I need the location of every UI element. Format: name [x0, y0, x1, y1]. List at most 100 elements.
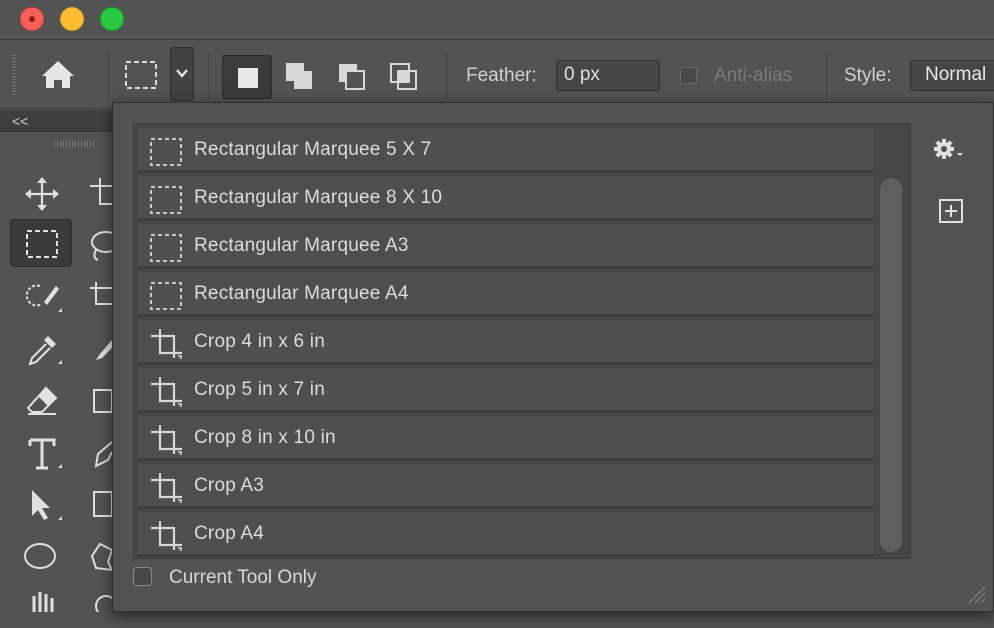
rectangular-marquee-icon	[26, 230, 58, 258]
chevron-down-icon	[176, 69, 188, 78]
preset-list-item-label: Rectangular Marquee 5 X 7	[194, 139, 432, 160]
intersect-selection-icon	[390, 63, 417, 90]
rectangular-marquee-icon	[148, 182, 184, 216]
tools-panel-grip[interactable]	[54, 141, 94, 147]
pen-tool[interactable]	[92, 434, 112, 474]
current-tool-only-label: Current Tool Only	[169, 567, 317, 588]
new-selection-button[interactable]	[222, 55, 272, 99]
pen-icon	[94, 441, 112, 468]
collapse-panel-button[interactable]: <<	[0, 110, 114, 132]
hand-icon	[32, 592, 54, 612]
preset-list-item[interactable]: Crop 4 in x 6 in	[138, 320, 874, 365]
preset-settings-button[interactable]	[931, 135, 967, 163]
resize-handle[interactable]	[965, 583, 987, 605]
crop-tool[interactable]	[88, 278, 112, 318]
preset-list-item[interactable]: Rectangular Marquee A4	[138, 272, 874, 317]
path-selection-icon	[32, 490, 62, 520]
crop-icon	[148, 422, 184, 456]
rectangular-marquee-tool[interactable]	[10, 219, 72, 267]
rectangular-marquee-icon	[148, 230, 184, 264]
preset-list-item-label: Crop A3	[194, 475, 265, 496]
preset-list: Rectangular Marquee 5 X 7 Rectangular Mar…	[133, 123, 911, 559]
crop-icon	[151, 377, 182, 407]
rectangular-marquee-icon	[150, 138, 182, 166]
options-separator	[446, 53, 447, 99]
preset-list-item-label: Rectangular Marquee A4	[194, 283, 409, 304]
preset-list-item[interactable]: Crop 5 in x 7 in	[138, 368, 874, 413]
gradient-tool[interactable]	[92, 382, 112, 422]
options-bar: Feather: 0 px Anti-alias Style: Normal	[0, 41, 994, 109]
gradient-icon	[93, 389, 112, 413]
zoom-tool[interactable]	[90, 588, 112, 628]
tool-preset-dropdown[interactable]	[170, 47, 194, 101]
artboard-icon	[90, 178, 112, 205]
home-button[interactable]	[36, 57, 80, 93]
crop-icon	[148, 374, 184, 408]
window-zoom-button[interactable]	[100, 7, 124, 31]
crop-icon	[151, 425, 182, 455]
gear-icon	[934, 139, 963, 159]
path-selection-tool[interactable]	[22, 486, 62, 526]
zoom-icon	[95, 595, 112, 612]
intersect-selection-button[interactable]	[378, 55, 428, 99]
preset-list-item[interactable]: Crop 8 in x 10 in	[138, 416, 874, 461]
eyedropper-icon	[28, 336, 62, 366]
ellipse-tool[interactable]	[22, 538, 62, 578]
hand-tool[interactable]	[22, 588, 62, 628]
custom-shape-tool[interactable]	[90, 538, 112, 578]
options-bar-grip[interactable]	[12, 55, 16, 97]
window-close-button[interactable]	[20, 7, 44, 31]
move-tool[interactable]	[22, 174, 62, 214]
tool-preset-button[interactable]	[124, 59, 158, 91]
eraser-tool[interactable]	[22, 382, 62, 422]
options-separator	[208, 53, 209, 99]
lasso-tool[interactable]	[88, 226, 112, 266]
style-select[interactable]: Normal	[910, 60, 994, 91]
feather-input[interactable]: 0 px	[556, 60, 660, 91]
brush-tool[interactable]	[90, 330, 112, 370]
current-tool-only-checkbox[interactable]	[133, 567, 152, 586]
artboard-tool[interactable]	[86, 174, 112, 214]
preset-list-item[interactable]: Crop A3	[138, 464, 874, 509]
rectangle-tool[interactable]	[92, 486, 112, 526]
crop-icon	[90, 282, 112, 305]
rectangular-marquee-icon	[125, 61, 157, 89]
add-to-selection-button[interactable]	[274, 55, 324, 99]
resize-grip-icon	[968, 586, 986, 604]
anti-alias-checkbox	[680, 67, 697, 84]
window-minimize-button[interactable]	[60, 7, 84, 31]
subtract-from-selection-button[interactable]	[326, 55, 376, 99]
style-label: Style:	[844, 65, 892, 86]
crop-icon	[148, 518, 184, 552]
options-separator	[108, 53, 109, 99]
title-bar	[0, 0, 994, 40]
preset-list-item[interactable]: Rectangular Marquee 5 X 7	[138, 128, 874, 173]
object-selection-icon	[25, 284, 62, 312]
custom-shape-icon	[90, 542, 112, 572]
crop-icon	[148, 470, 184, 504]
ellipse-icon	[24, 543, 56, 569]
rectangular-marquee-icon	[150, 186, 182, 214]
rectangular-marquee-icon	[150, 282, 182, 310]
eraser-icon	[26, 386, 58, 415]
lasso-icon	[91, 231, 112, 261]
feather-label: Feather:	[466, 65, 537, 86]
type-tool[interactable]	[22, 434, 62, 474]
move-icon	[25, 177, 59, 211]
object-selection-tool[interactable]	[22, 278, 62, 318]
preset-list-item[interactable]: Crop A4	[138, 512, 874, 557]
preset-list-item-label: Rectangular Marquee A3	[194, 235, 409, 256]
eyedropper-tool[interactable]	[22, 330, 62, 370]
preset-scrollbar-thumb[interactable]	[880, 178, 902, 552]
preset-list-item-label: Crop 5 in x 7 in	[194, 379, 325, 400]
options-separator	[826, 53, 827, 99]
create-new-preset-button[interactable]	[937, 197, 965, 225]
preset-list-item[interactable]: Rectangular Marquee A3	[138, 224, 874, 269]
crop-icon	[151, 521, 182, 551]
type-icon	[28, 438, 62, 470]
crop-icon	[151, 473, 182, 503]
brush-icon	[96, 340, 112, 360]
preset-list-item-label: Crop 8 in x 10 in	[194, 427, 336, 448]
new-selection-icon	[238, 68, 258, 88]
preset-list-item[interactable]: Rectangular Marquee 8 X 10	[138, 176, 874, 221]
